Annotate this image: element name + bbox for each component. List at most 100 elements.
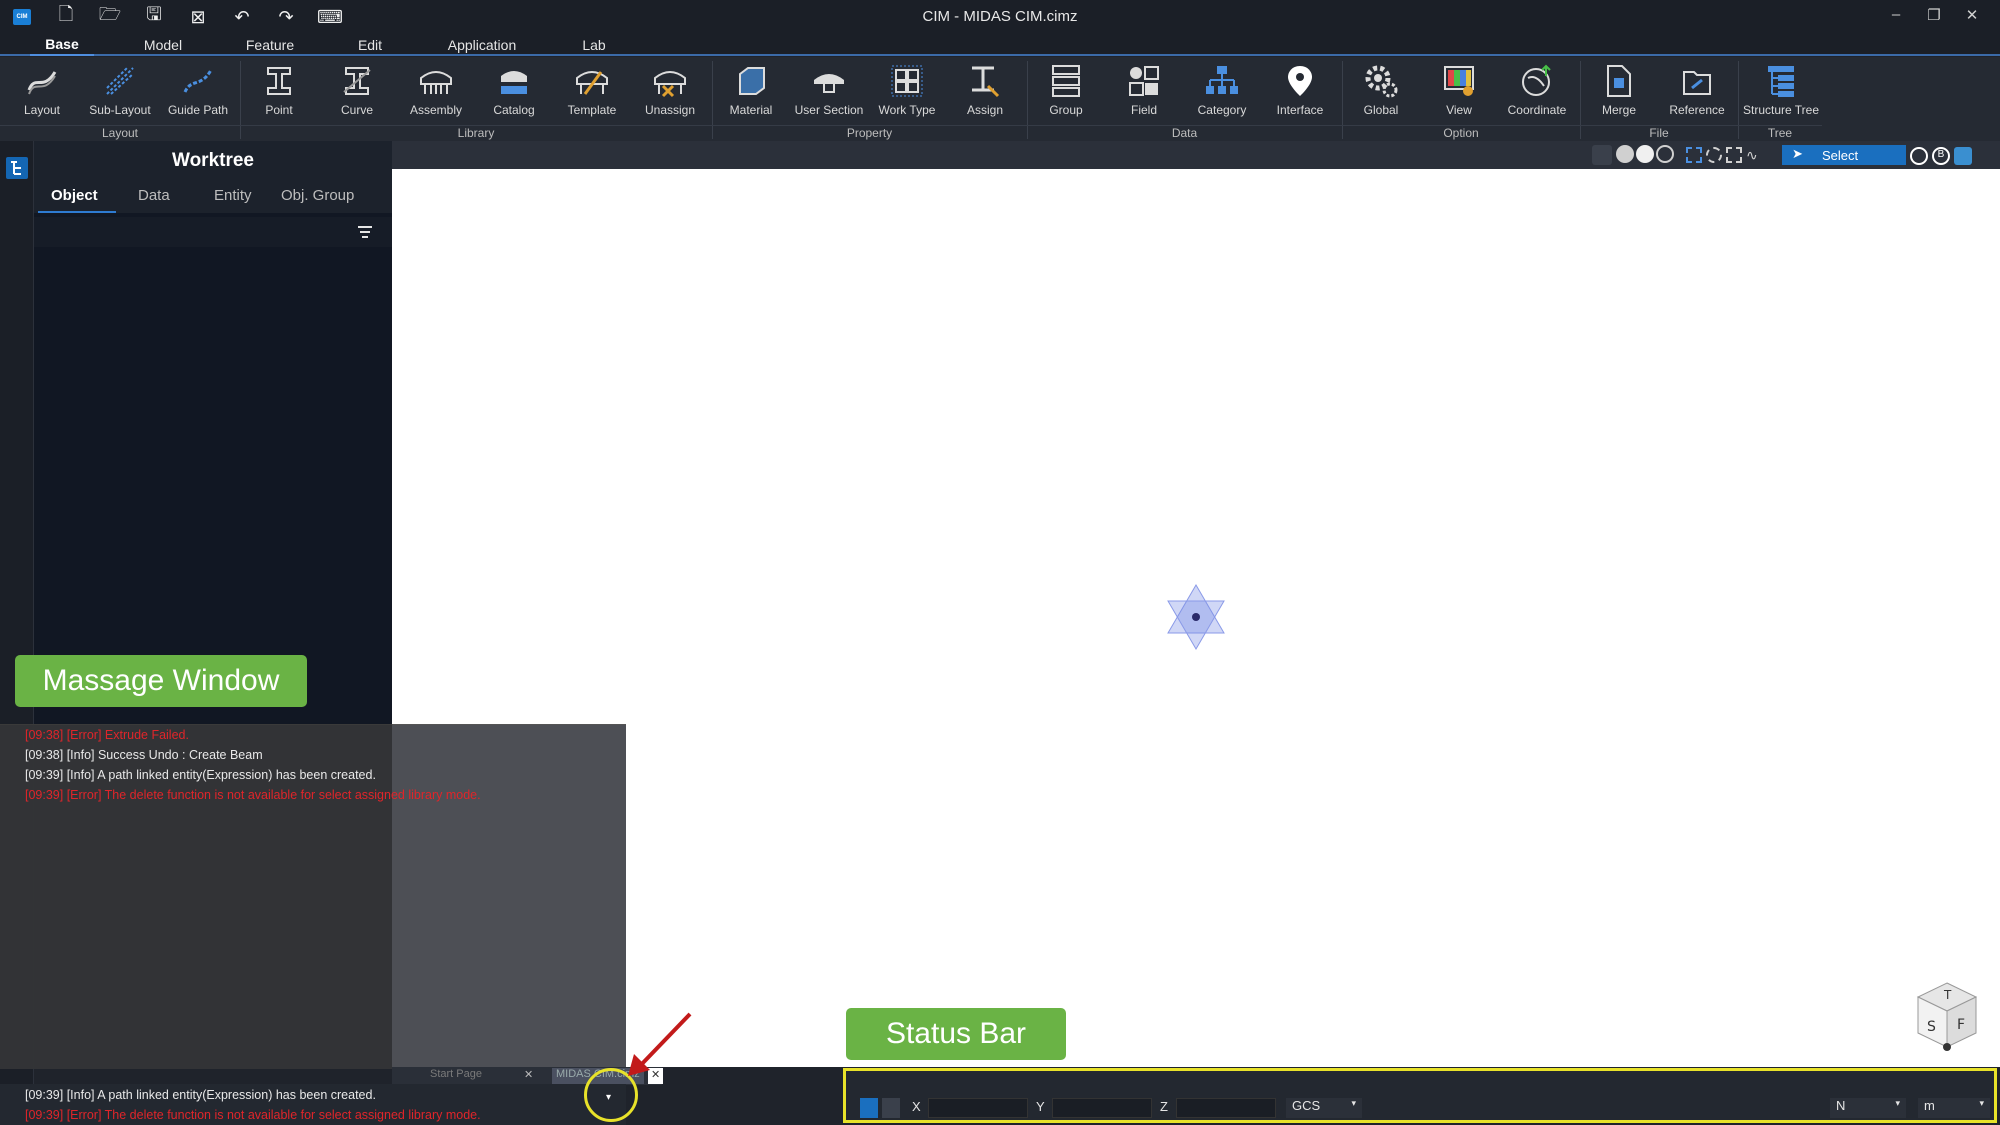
user-section-icon [811,63,847,99]
view-cube-icon[interactable]: T S F [1912,979,1982,1053]
bottom-message-line: [09:39] [Error] The delete function is n… [25,1108,481,1122]
tab-edit[interactable]: Edit [340,34,400,56]
cursor-icon: ➤ [1792,146,1803,161]
status-bar: X Y Z GCS ▾ N ▾ m ▾ [843,1068,1997,1123]
catalog-label: Catalog [493,103,535,117]
force-unit-select[interactable]: N ▾ [1830,1098,1906,1118]
y-coordinate-field[interactable] [1052,1098,1152,1118]
app-logo[interactable]: CIM [0,0,44,34]
open-folder-icon[interactable]: 🗁 [88,0,132,34]
ortho-icon[interactable] [882,1098,900,1118]
tab-entity[interactable]: Entity [214,187,252,204]
sub-layout-label: Sub-Layout [89,103,151,117]
material-button[interactable]: Material [712,61,790,127]
message-window-callout: Massage Window [15,655,307,707]
tab-obj-group[interactable]: Obj. Group [281,187,354,204]
clock-icon[interactable] [1910,147,1928,165]
reference-button[interactable]: Reference [1658,61,1736,127]
work-type-icon [889,63,925,99]
guide-path-button[interactable]: Guide Path [159,61,237,127]
lasso-select-icon[interactable]: ∿ [1746,147,1762,163]
point-label: Point [265,103,293,117]
point-button[interactable]: Point [240,61,318,127]
tab-data[interactable]: Data [138,187,170,204]
tab-application[interactable]: Application [432,34,532,56]
shade-wire-icon[interactable] [1656,145,1674,163]
x-coordinate-field[interactable] [928,1098,1028,1118]
worktree-toggle-icon[interactable] [6,157,28,179]
coordinate-button[interactable]: Coordinate [1498,61,1576,127]
y-label: Y [1036,1099,1045,1114]
close-file-icon[interactable]: ⊠ [176,0,220,34]
curve-button[interactable]: Curve [318,61,396,127]
x-label: X [912,1099,921,1114]
new-file-icon[interactable]: 🗋 [44,0,88,34]
snap-icon[interactable] [860,1098,878,1118]
global-button[interactable]: Global [1342,61,1420,127]
sub-layout-button[interactable]: Sub-Layout [81,61,159,127]
coord-system-select[interactable]: GCS ▾ [1286,1098,1362,1118]
field-button[interactable]: Field [1105,61,1183,127]
merge-button[interactable]: Merge [1580,61,1658,127]
minimize-icon[interactable]: – [1884,6,1908,28]
tab-lab[interactable]: Lab [564,34,624,56]
polygon-select-icon[interactable] [1726,147,1742,163]
tab-base[interactable]: Base [30,34,94,56]
view-toolbar: ∿ B [392,141,2000,169]
redo-icon[interactable]: ↷ [264,0,308,34]
interface-button[interactable]: Interface [1261,61,1339,127]
chevron-down-icon: ▾ [1979,1098,1984,1108]
view-rotate-icon[interactable] [1592,145,1612,165]
undo-icon[interactable]: ↶ [220,0,264,34]
z-coordinate-field[interactable] [1176,1098,1276,1118]
assign-button[interactable]: Assign [946,61,1024,127]
unassign-icon [652,63,688,99]
tab-start-page-close-icon[interactable]: ✕ [524,1068,533,1084]
category-button[interactable]: Category [1183,61,1261,127]
restore-icon[interactable]: ❐ [1922,6,1946,28]
coord-system-value: GCS [1292,1098,1321,1113]
guide-path-icon [180,63,216,99]
unassign-button[interactable]: Unassign [631,61,709,127]
tab-feature[interactable]: Feature [232,34,308,56]
user-section-label: User Section [794,103,864,117]
layout-button[interactable]: Layout [3,61,81,127]
render-mode-icon[interactable] [1954,147,1972,165]
box-select-icon[interactable] [1686,147,1702,163]
unassign-label: Unassign [644,103,696,117]
global-label: Global [1363,103,1399,117]
length-unit-select[interactable]: m ▾ [1918,1098,1990,1118]
group-button[interactable]: Group [1027,61,1105,127]
select-label: Select [1822,147,1859,163]
worktree-panel: Worktree Object Data Entity Obj. Group [34,141,392,726]
catalog-button[interactable]: Catalog [475,61,553,127]
3d-viewport[interactable]: T S F [392,141,2000,1067]
close-icon[interactable]: ✕ [1960,6,1984,28]
shade-solid-icon[interactable] [1616,145,1634,163]
interface-label: Interface [1276,103,1324,117]
category-label: Category [1197,103,1247,117]
view-button[interactable]: View [1420,61,1498,127]
user-section-button[interactable]: User Section [790,61,868,127]
group-label-property: Property [712,125,1027,141]
point-icon [261,63,297,99]
circle-select-icon[interactable] [1706,147,1722,163]
structure-tree-button[interactable]: Structure Tree [1740,61,1822,127]
template-button[interactable]: Template [553,61,631,127]
message-line: [09:38] [Info] Success Undo : Create Bea… [25,748,263,762]
b-mode-icon[interactable]: B [1932,147,1950,165]
keyboard-icon[interactable]: ⌨ [308,0,352,34]
worktree-tabs: Object Data Entity Obj. Group [34,179,392,213]
assembly-button[interactable]: Assembly [397,61,475,127]
tab-start-page[interactable]: Start Page [430,1068,482,1084]
field-label: Field [1130,103,1157,117]
tab-model[interactable]: Model [128,34,198,56]
save-icon[interactable]: 🖫 [132,0,176,34]
sort-icon[interactable] [357,225,373,244]
tab-object[interactable]: Object [51,187,98,204]
assembly-icon [418,63,454,99]
work-type-button[interactable]: Work Type [868,61,946,127]
template-label: Template [567,103,617,117]
select-mode-button[interactable]: ➤ Select [1782,145,1906,165]
shade-smooth-icon[interactable] [1636,145,1654,163]
